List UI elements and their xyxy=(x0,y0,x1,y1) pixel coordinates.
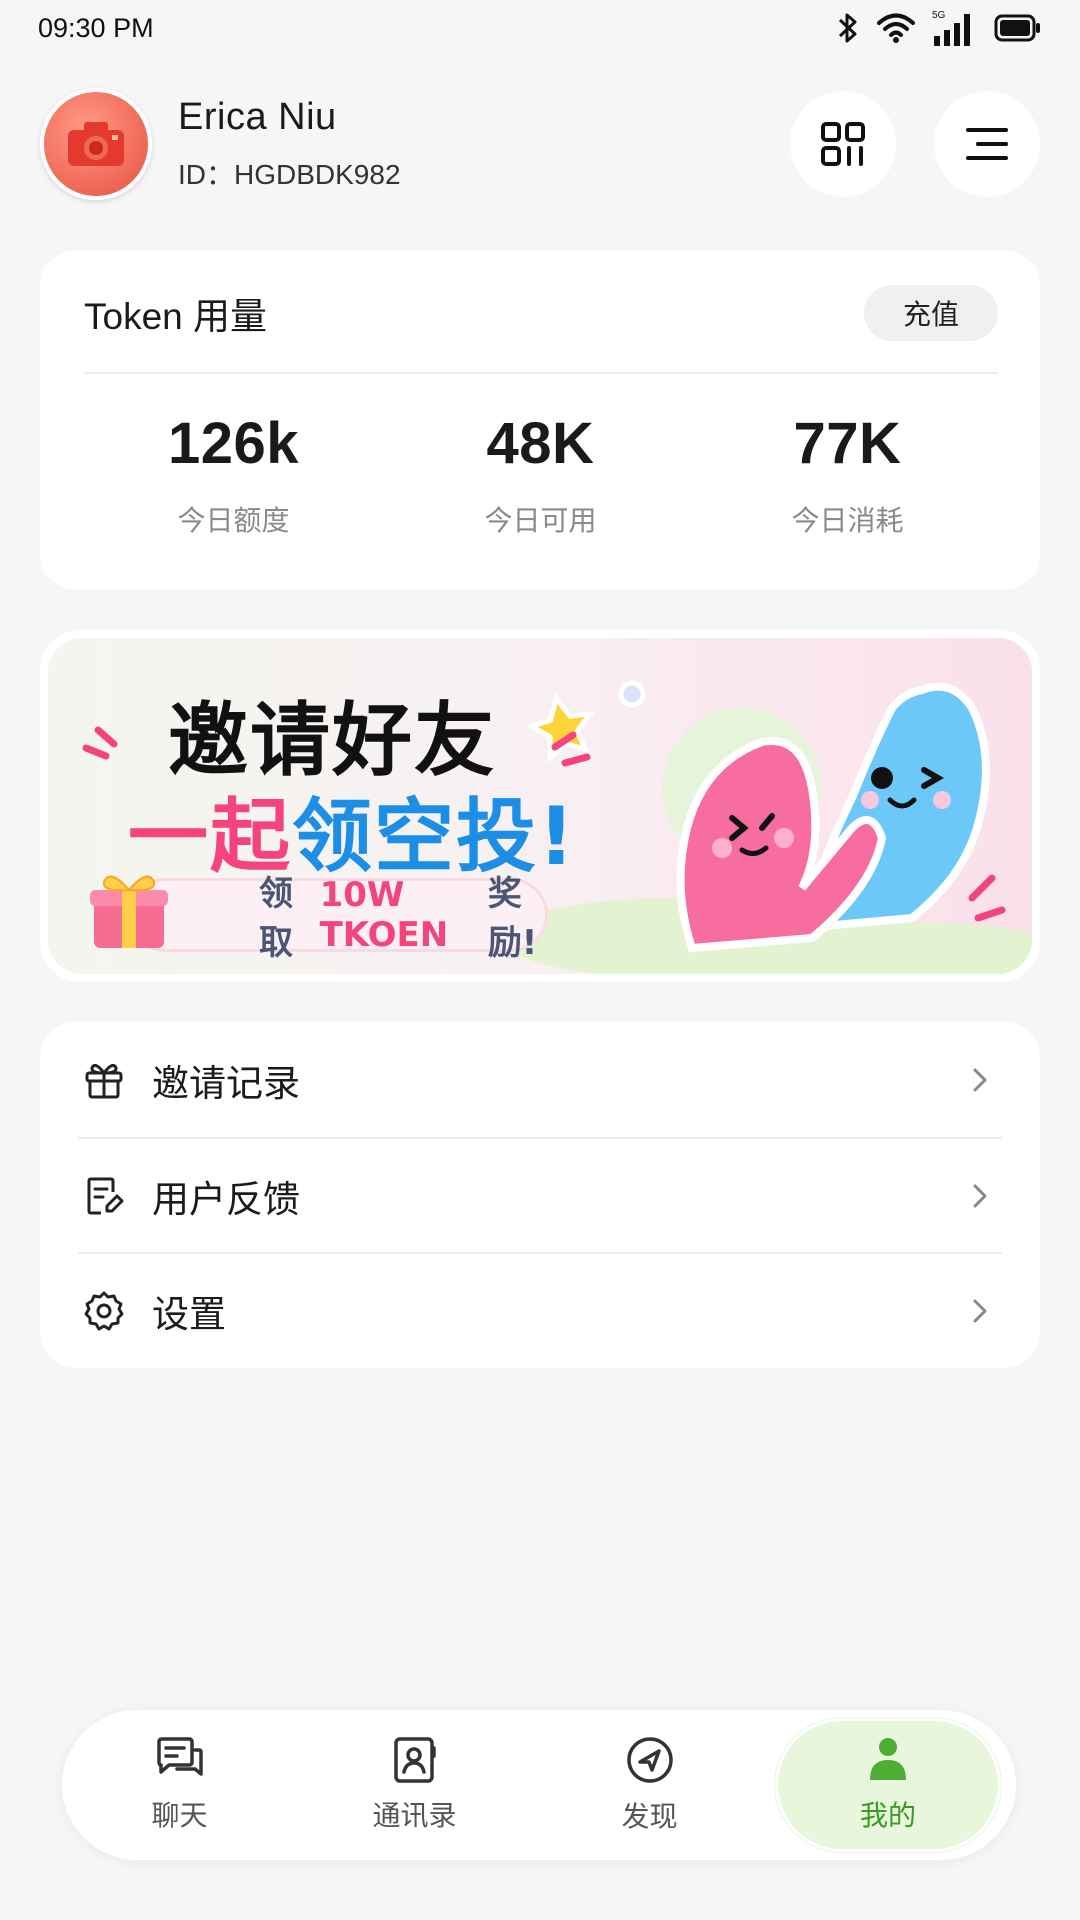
stat-label: 今日消耗 xyxy=(791,505,904,536)
5g-signal-icon: 5G xyxy=(932,10,970,46)
chevron-right-icon xyxy=(973,1299,987,1322)
nav-label: 发现 xyxy=(621,1801,678,1832)
reward-pill[interactable]: 领取 10W TKOEN 奖励! xyxy=(128,874,548,963)
reward-suffix: 奖励! xyxy=(487,874,538,963)
user-icon xyxy=(870,1738,906,1780)
menu-item-settings[interactable]: 设置 xyxy=(78,1252,1002,1367)
nav-tab-chat[interactable]: 聊天 xyxy=(62,1718,297,1852)
stat-label: 今日额度 xyxy=(177,505,290,536)
nav-label: 我的 xyxy=(859,1800,916,1831)
stat-label: 今日可用 xyxy=(484,505,597,536)
invite-banner[interactable]: 邀请好友 一起领空投! 领取 10W TKOEN 奖励! xyxy=(40,630,1040,982)
menu-item-feedback[interactable]: 用户反馈 xyxy=(78,1137,1002,1252)
nav-tab-me[interactable]: 我的 xyxy=(775,1718,1001,1852)
chevron-right-icon xyxy=(973,1068,987,1091)
profile-header: Erica Niu ID：HGDBDK982 xyxy=(40,88,1040,200)
bluetooth-icon xyxy=(838,13,857,43)
menu-card: 邀请记录 用户反馈 设置 xyxy=(40,1022,1040,1368)
sparkle-left-icon xyxy=(82,726,118,760)
menu-icon xyxy=(966,128,1008,160)
stat-daily-available: 48K 今日可用 xyxy=(387,410,694,539)
qr-code-icon xyxy=(821,122,865,166)
menu-item-label: 设置 xyxy=(152,1293,226,1335)
battery-icon xyxy=(994,14,1040,42)
nav-tab-contacts[interactable]: 通讯录 xyxy=(297,1718,532,1852)
bottom-nav: 聊天 通讯录 发现 我的 xyxy=(62,1710,1016,1860)
sparkle-right-icon xyxy=(551,731,591,767)
banner-content: 邀请好友 一起领空投! 领取 10W TKOEN 奖励! xyxy=(48,638,1032,974)
camera-icon xyxy=(68,122,124,166)
compass-icon xyxy=(626,1737,673,1783)
reward-prefix: 领取 xyxy=(259,874,293,963)
status-icons: 5G xyxy=(836,8,1042,48)
stat-value: 126k xyxy=(167,411,300,476)
network-label: 5G xyxy=(932,10,946,21)
status-time: 09:30 PM xyxy=(38,12,154,43)
profile-name: Erica Niu xyxy=(178,95,337,138)
gift-box-icon xyxy=(90,875,168,948)
stat-value: 77K xyxy=(793,411,902,476)
contacts-icon xyxy=(393,1737,436,1783)
status-bar: 09:30 PM 5G xyxy=(0,0,1080,56)
feedback-icon xyxy=(82,1174,126,1218)
stat-value: 48K xyxy=(486,411,595,476)
chevron-right-icon xyxy=(973,1184,987,1207)
menu-button[interactable] xyxy=(934,91,1040,197)
avatar[interactable] xyxy=(40,88,152,200)
menu-item-label: 用户反馈 xyxy=(152,1178,300,1220)
qr-code-button[interactable] xyxy=(790,91,896,197)
reward-amount: 10W TKOEN xyxy=(319,875,449,955)
token-card-title: Token 用量 xyxy=(84,296,268,337)
menu-item-invite-records[interactable]: 邀请记录 xyxy=(78,1022,1002,1137)
stat-daily-consumed: 77K 今日消耗 xyxy=(694,410,1001,539)
menu-item-label: 邀请记录 xyxy=(152,1062,300,1104)
token-usage-card: Token 用量 充值 126k 今日额度 48K 今日可用 77K 今日消耗 xyxy=(40,250,1040,590)
chat-icon xyxy=(156,1737,203,1776)
divider xyxy=(84,372,998,374)
gift-icon xyxy=(82,1058,126,1102)
profile-info: Erica Niu ID：HGDBDK982 xyxy=(178,96,752,193)
stat-daily-quota: 126k 今日额度 xyxy=(80,410,387,539)
nav-label: 通讯录 xyxy=(372,1800,457,1831)
profile-id: ID：HGDBDK982 xyxy=(178,158,401,190)
gear-icon xyxy=(82,1289,126,1333)
nav-tab-discover[interactable]: 发现 xyxy=(532,1718,767,1852)
token-card-header: Token 用量 充值 xyxy=(84,284,998,342)
nav-label: 聊天 xyxy=(151,1800,208,1831)
wifi-icon xyxy=(877,13,915,43)
recharge-button[interactable]: 充值 xyxy=(864,285,998,341)
token-stats: 126k 今日额度 48K 今日可用 77K 今日消耗 xyxy=(40,410,1040,539)
